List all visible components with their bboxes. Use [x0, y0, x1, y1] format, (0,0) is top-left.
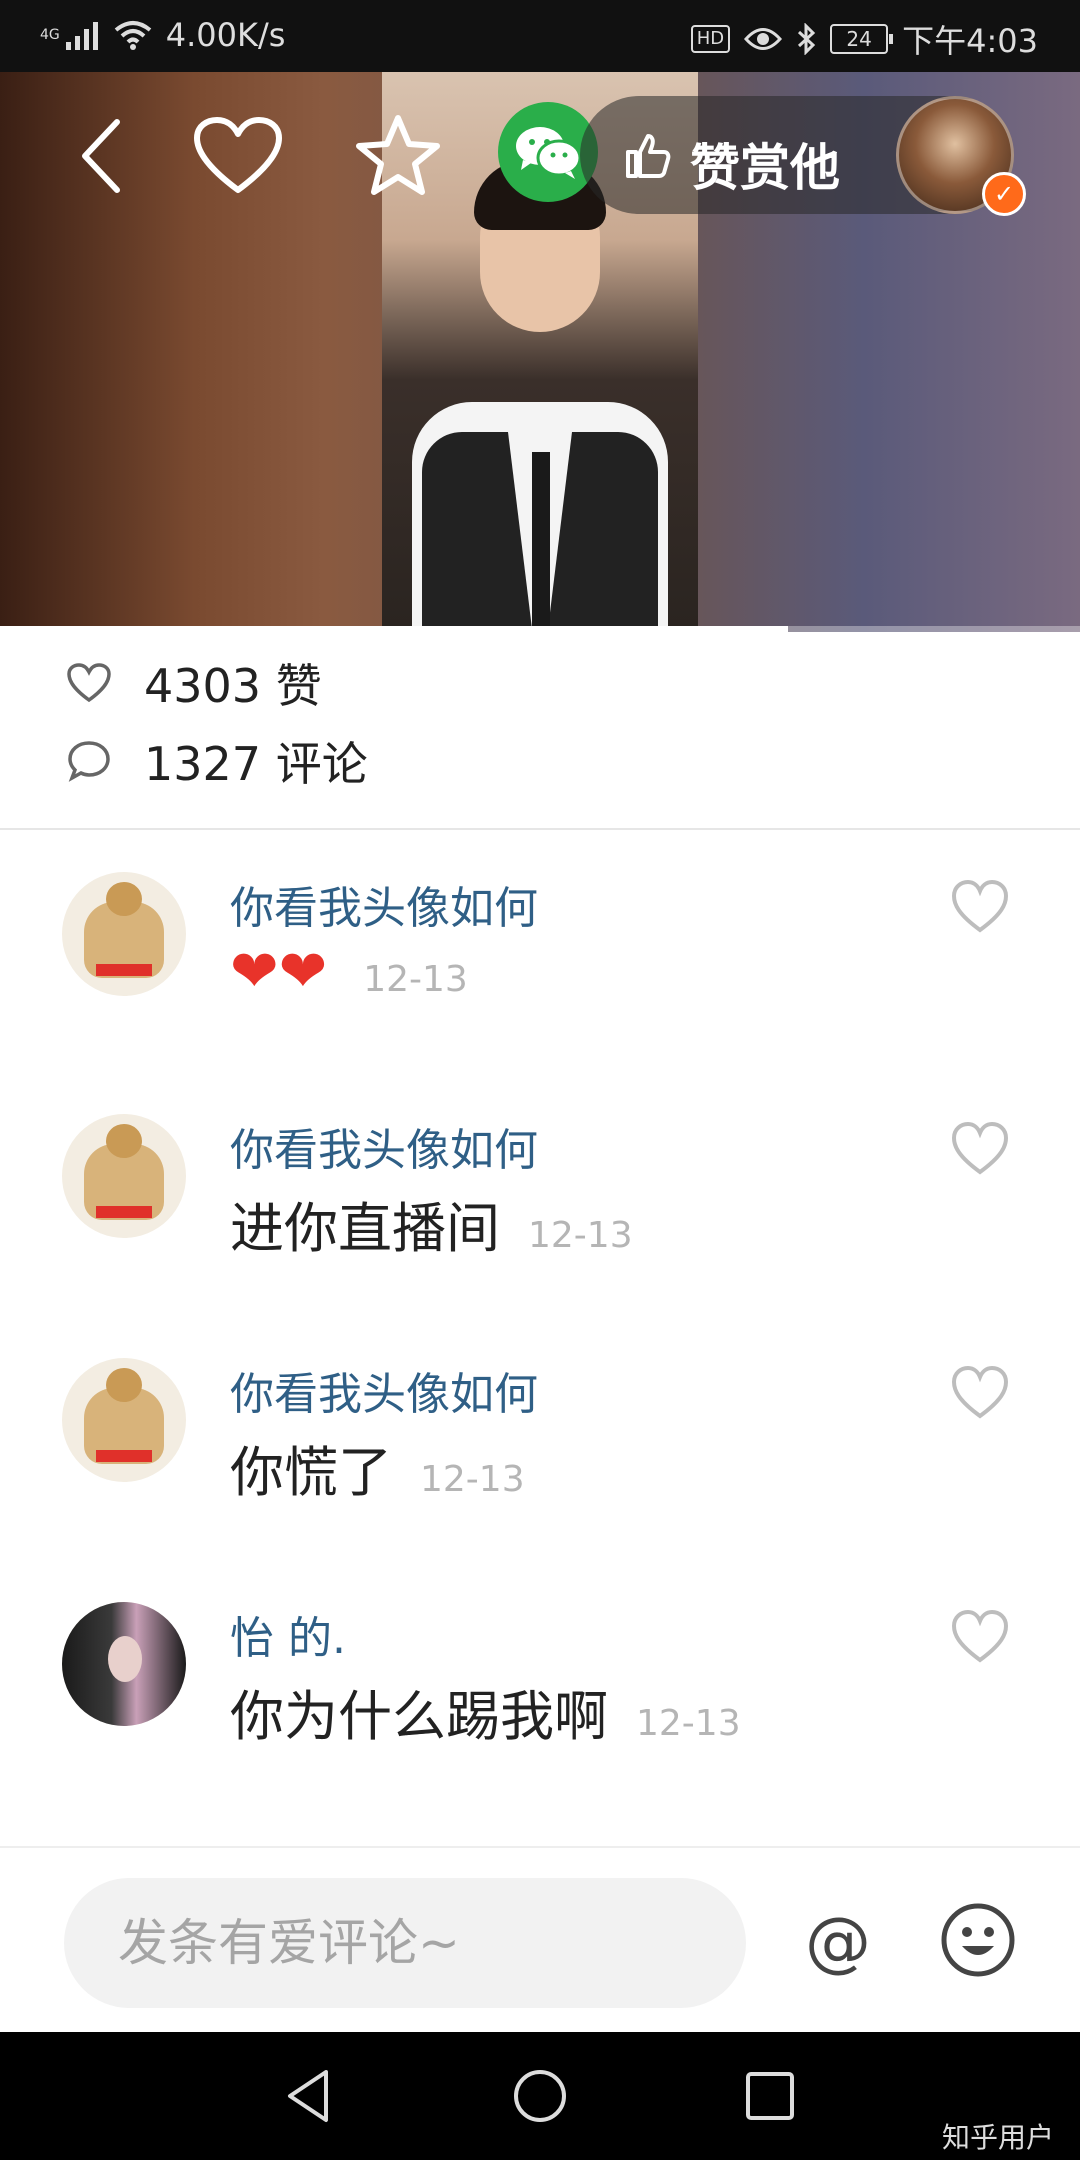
status-right: HD 24 下午4:03 [690, 16, 1038, 62]
comment-date: 12-13 [363, 959, 468, 1000]
comments-stat: 1327 评论 [64, 728, 368, 794]
comments-count: 1327 评论 [144, 737, 368, 791]
back-button[interactable] [52, 106, 152, 206]
network-type: 4G [40, 27, 60, 43]
commenter-name[interactable]: 怡 的. [230, 1602, 346, 1666]
favorite-button[interactable] [348, 106, 448, 206]
signal-icon [65, 22, 98, 50]
comment-item: 你看我头像如何 你慌了 12-13 [0, 1358, 1080, 1588]
comment-like-icon[interactable] [950, 1364, 1010, 1420]
comment-item: 你看我头像如何 进你直播间 12-13 [0, 1114, 1080, 1344]
chevron-left-icon [82, 119, 120, 193]
comment-text: 你为什么踢我啊 12-13 [230, 1672, 741, 1751]
verified-badge-icon: ✓ [982, 172, 1026, 216]
comment-body: 你为什么踢我啊 [230, 1685, 608, 1748]
clock: 下午4:03 [902, 22, 1038, 60]
heart-icon [194, 117, 282, 193]
comment-text: 进你直播间 12-13 [230, 1184, 633, 1263]
comment-input-bar: @ [0, 1846, 1080, 2032]
video-progress-fill [0, 626, 789, 632]
mention-button[interactable]: @ [800, 1906, 876, 1982]
like-video-button[interactable] [188, 106, 288, 206]
emoji-icon[interactable] [940, 1902, 1016, 1978]
comment-date: 12-13 [636, 1703, 741, 1744]
heart-emoji: ❤❤ [230, 937, 328, 1005]
commenter-avatar[interactable] [62, 872, 186, 996]
likes-count: 4303 赞 [144, 659, 322, 713]
commenter-avatar[interactable] [62, 1358, 186, 1482]
network-speed: 4.00K/s [165, 16, 286, 54]
watermark: 知乎用户 [941, 2121, 1054, 2154]
comment-like-icon[interactable] [950, 1608, 1010, 1664]
section-divider [0, 828, 1080, 830]
status-left: 4G 4.00K/s [40, 16, 285, 54]
hd-badge: HD [690, 25, 731, 53]
thumbs-up-icon [626, 134, 671, 178]
wifi-icon [114, 21, 152, 50]
heart-outline-icon [64, 658, 114, 708]
nav-back-icon[interactable] [278, 2064, 342, 2128]
battery-indicator: 24 [830, 24, 894, 54]
comment-date: 12-13 [528, 1215, 633, 1256]
comment-bubble-icon [64, 736, 114, 786]
comment-like-icon[interactable] [950, 878, 1010, 934]
comment-text: ❤❤ 12-13 [230, 942, 468, 1000]
likes-stat: 4303 赞 [64, 650, 322, 716]
star-icon [356, 115, 440, 195]
nav-recents-icon[interactable] [738, 2064, 802, 2128]
video-progress-bar[interactable] [0, 626, 1080, 632]
comment-input[interactable] [64, 1878, 746, 2008]
commenter-name[interactable]: 你看我头像如何 [230, 1358, 538, 1422]
status-bar: 4G 4.00K/s HD 24 下午4:03 [0, 0, 1080, 72]
comment-text: 你慌了 12-13 [230, 1428, 525, 1507]
comment-body: 你慌了 [230, 1441, 392, 1504]
bluetooth-icon [798, 23, 816, 55]
comment-like-icon[interactable] [950, 1120, 1010, 1176]
eye-icon [744, 28, 783, 50]
reward-label: 赞赏他 [690, 139, 840, 197]
comment-date: 12-13 [420, 1459, 525, 1500]
comment-item: 你看我头像如何 ❤❤ 12-13 [0, 872, 1080, 1102]
tie-shape [532, 452, 550, 632]
commenter-avatar[interactable] [62, 1602, 186, 1726]
commenter-name[interactable]: 你看我头像如何 [230, 1114, 538, 1178]
comment-body: 进你直播间 [230, 1197, 500, 1260]
comment-item: 怡 的. 你为什么踢我啊 12-13 [0, 1602, 1080, 1832]
system-nav-bar: 知乎用户 [0, 2032, 1080, 2160]
wechat-icon [516, 127, 582, 179]
commenter-name[interactable]: 你看我头像如何 [230, 872, 538, 936]
nav-home-icon[interactable] [508, 2064, 572, 2128]
commenter-avatar[interactable] [62, 1114, 186, 1238]
